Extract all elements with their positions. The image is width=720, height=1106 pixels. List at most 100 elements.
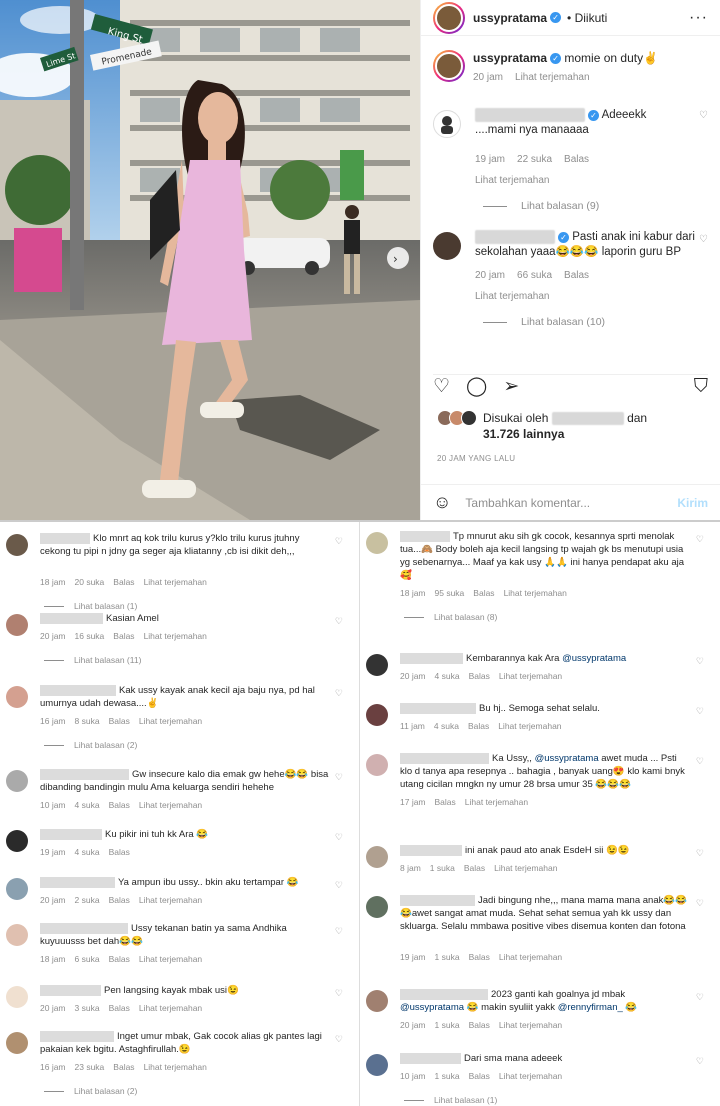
reply-button[interactable]: Balas: [109, 895, 130, 905]
reply-button[interactable]: Balas: [109, 800, 130, 810]
comment-likes[interactable]: 3 suka: [75, 1003, 100, 1013]
like-comment-icon[interactable]: ♡: [696, 706, 704, 717]
commenter-avatar[interactable]: [366, 532, 388, 554]
reply-button[interactable]: Balas: [109, 954, 130, 964]
commenter-avatar[interactable]: [366, 1054, 388, 1076]
commenter-avatar[interactable]: [6, 986, 28, 1008]
comment-likes[interactable]: 1 suka: [435, 1020, 460, 1030]
commenter-avatar[interactable]: [6, 614, 28, 636]
reply-button[interactable]: Balas: [464, 863, 485, 873]
see-translation-link[interactable]: Lihat terjemahan: [139, 1003, 202, 1013]
comment-likes[interactable]: 23 suka: [75, 1062, 105, 1072]
see-translation-link[interactable]: Lihat terjemahan: [515, 72, 590, 83]
reply-button[interactable]: Balas: [564, 154, 589, 165]
reply-button[interactable]: Balas: [435, 797, 456, 807]
like-comment-icon[interactable]: ♡: [335, 880, 343, 891]
like-comment-icon[interactable]: ♡: [335, 926, 343, 937]
view-replies-link[interactable]: Lihat balasan (11): [44, 655, 141, 665]
commenter-avatar[interactable]: [6, 770, 28, 792]
comment-likes[interactable]: 1 suka: [435, 952, 460, 962]
like-comment-icon[interactable]: ♡: [696, 1056, 704, 1067]
like-comment-icon[interactable]: ♡: [699, 110, 708, 121]
comment-likes[interactable]: 2 suka: [75, 895, 100, 905]
view-replies-link[interactable]: Lihat balasan (8): [404, 612, 497, 622]
reply-button[interactable]: Balas: [469, 1020, 490, 1030]
reply-button[interactable]: Balas: [564, 270, 589, 281]
like-comment-icon[interactable]: ♡: [696, 656, 704, 667]
see-translation-link[interactable]: Lihat terjemahan: [139, 800, 202, 810]
comment-likes[interactable]: 1 suka: [430, 863, 455, 873]
reply-button[interactable]: Balas: [469, 1071, 490, 1081]
reply-button[interactable]: Balas: [113, 1062, 134, 1072]
view-replies-link[interactable]: Lihat balasan (10): [483, 316, 720, 328]
see-translation-link[interactable]: Lihat terjemahan: [139, 716, 202, 726]
follow-status[interactable]: • Diikuti: [567, 11, 607, 25]
comment-likes[interactable]: 4 suka: [75, 800, 100, 810]
comment-likes[interactable]: 4 suka: [435, 671, 460, 681]
reply-button[interactable]: Balas: [469, 671, 490, 681]
like-comment-icon[interactable]: ♡: [335, 616, 343, 627]
comment-icon[interactable]: ◯: [466, 375, 487, 398]
view-replies-link[interactable]: Lihat balasan (1): [44, 601, 137, 611]
like-comment-icon[interactable]: ♡: [335, 688, 343, 699]
send-button[interactable]: Kirim: [677, 496, 708, 510]
like-comment-icon[interactable]: ♡: [335, 988, 343, 999]
next-photo-icon[interactable]: ›: [393, 252, 398, 266]
share-icon[interactable]: ➢: [503, 375, 519, 398]
comment-likes[interactable]: 95 suka: [435, 588, 465, 598]
comment-likes[interactable]: 22 suka: [517, 154, 552, 165]
like-comment-icon[interactable]: ♡: [335, 536, 343, 547]
reply-button[interactable]: Balas: [113, 631, 134, 641]
view-replies-link[interactable]: Lihat balasan (9): [483, 200, 720, 212]
author-avatar[interactable]: [433, 1, 465, 34]
see-translation-link[interactable]: Lihat terjemahan: [499, 1071, 562, 1081]
mention-link[interactable]: @ussypratama: [535, 753, 602, 764]
emoji-icon[interactable]: ☺: [433, 492, 451, 513]
commenter-avatar[interactable]: [6, 878, 28, 900]
like-comment-icon[interactable]: ♡: [335, 832, 343, 843]
like-comment-icon[interactable]: ♡: [335, 772, 343, 783]
see-translation-link[interactable]: Lihat terjemahan: [144, 577, 207, 587]
see-translation-link[interactable]: Lihat terjemahan: [499, 1020, 562, 1030]
commenter-avatar[interactable]: [6, 830, 28, 852]
caption-avatar[interactable]: [433, 50, 465, 82]
save-icon[interactable]: ⛉: [694, 376, 708, 398]
commenter-avatar[interactable]: [433, 232, 461, 261]
caption-username[interactable]: ussypratama: [473, 51, 547, 65]
like-comment-icon[interactable]: ♡: [696, 992, 704, 1003]
see-translation-link[interactable]: Lihat terjemahan: [504, 588, 567, 598]
commenter-avatar[interactable]: [6, 686, 28, 708]
comment-likes[interactable]: 4 suka: [434, 721, 459, 731]
see-translation-link[interactable]: Lihat terjemahan: [144, 631, 207, 641]
like-comment-icon[interactable]: ♡: [696, 534, 704, 545]
commenter-avatar[interactable]: [366, 654, 388, 676]
see-translation-link[interactable]: Lihat terjemahan: [494, 863, 557, 873]
view-replies-link[interactable]: Lihat balasan (2): [44, 1086, 137, 1096]
see-translation-link[interactable]: Lihat terjemahan: [499, 952, 562, 962]
comment-likes[interactable]: 1 suka: [435, 1071, 460, 1081]
see-translation-link[interactable]: Lihat terjemahan: [144, 1062, 207, 1072]
commenter-avatar[interactable]: [6, 1032, 28, 1054]
commenter-avatar[interactable]: [433, 110, 461, 138]
mention-link[interactable]: @rennyfirman_: [558, 1002, 626, 1013]
commenter-avatar[interactable]: [6, 924, 28, 946]
comment-likes[interactable]: 16 suka: [75, 631, 105, 641]
like-comment-icon[interactable]: ♡: [696, 898, 704, 909]
author-username[interactable]: ussypratama: [473, 11, 547, 25]
see-translation-link[interactable]: Lihat terjemahan: [475, 291, 550, 302]
see-translation-link[interactable]: Lihat terjemahan: [498, 721, 561, 731]
like-comment-icon[interactable]: ♡: [699, 234, 708, 245]
commenter-avatar[interactable]: [366, 754, 388, 776]
comment-likes[interactable]: 4 suka: [75, 847, 100, 857]
commenter-avatar[interactable]: [366, 704, 388, 726]
post-photo[interactable]: King St Promenade Lime St ›: [0, 0, 420, 520]
reply-button[interactable]: Balas: [473, 588, 494, 598]
like-icon[interactable]: ♡: [433, 375, 450, 398]
comment-likes[interactable]: 20 suka: [75, 577, 105, 587]
reply-button[interactable]: Balas: [468, 721, 489, 731]
reply-button[interactable]: Balas: [469, 952, 490, 962]
commenter-avatar[interactable]: [366, 896, 388, 918]
reply-button[interactable]: Balas: [109, 716, 130, 726]
see-translation-link[interactable]: Lihat terjemahan: [465, 797, 528, 807]
reply-button[interactable]: Balas: [113, 577, 134, 587]
